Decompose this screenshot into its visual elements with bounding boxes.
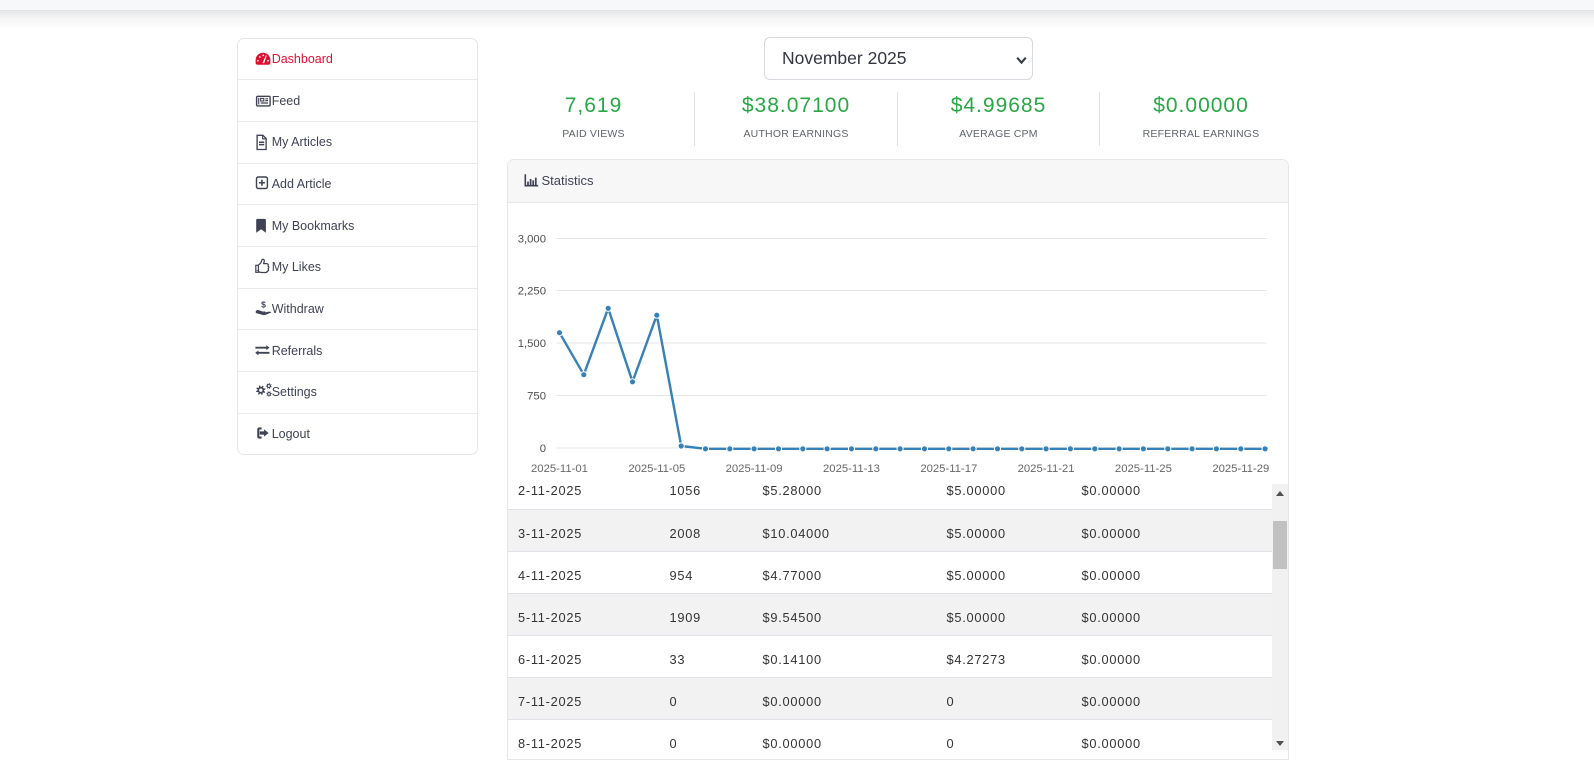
svg-text:2025-11-01: 2025-11-01 bbox=[531, 463, 588, 475]
svg-text:2025-11-05: 2025-11-05 bbox=[628, 463, 685, 475]
svg-text:750: 750 bbox=[527, 391, 546, 403]
svg-text:3,000: 3,000 bbox=[518, 234, 546, 246]
svg-text:2025-11-29: 2025-11-29 bbox=[1212, 463, 1269, 475]
svg-text:2025-11-25: 2025-11-25 bbox=[1115, 463, 1172, 475]
svg-text:$: $ bbox=[261, 300, 266, 310]
svg-text:0: 0 bbox=[540, 443, 546, 455]
svg-text:2,250: 2,250 bbox=[518, 286, 546, 298]
svg-text:2025-11-09: 2025-11-09 bbox=[726, 463, 783, 475]
svg-text:2025-11-21: 2025-11-21 bbox=[1018, 463, 1075, 475]
svg-text:2025-11-17: 2025-11-17 bbox=[920, 463, 977, 475]
svg-text:1,500: 1,500 bbox=[518, 338, 546, 350]
svg-text:2025-11-13: 2025-11-13 bbox=[823, 463, 880, 475]
